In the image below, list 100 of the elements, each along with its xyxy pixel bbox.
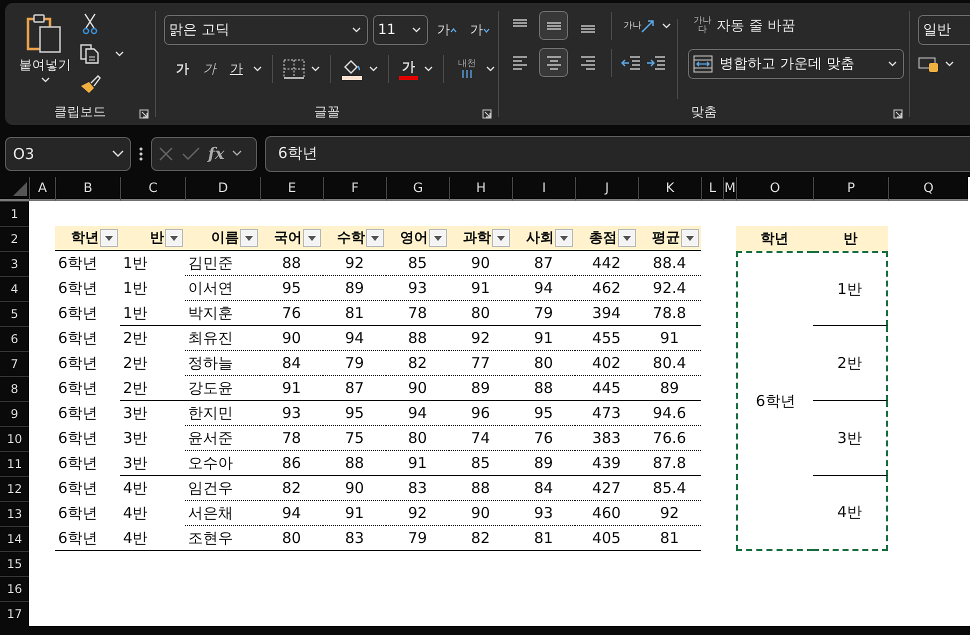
filter-button[interactable]: [681, 229, 699, 247]
row-header[interactable]: 1: [0, 201, 29, 226]
select-all-button[interactable]: [0, 177, 29, 201]
column-header[interactable]: G: [386, 177, 449, 201]
caret-icon: [686, 236, 694, 240]
increase-indent-icon[interactable]: [646, 54, 666, 70]
font-color-button[interactable]: 가: [398, 58, 418, 80]
column-header[interactable]: H: [449, 177, 512, 201]
cancel-icon[interactable]: [158, 146, 174, 162]
column-header[interactable]: B: [55, 177, 120, 201]
merged-cell: 4반: [813, 476, 888, 551]
table-cell: 76: [260, 301, 323, 326]
font-name-dropdown[interactable]: 맑은 고딕: [164, 15, 368, 45]
column-header[interactable]: D: [185, 177, 260, 201]
table-cell: 서은채: [185, 501, 260, 526]
table-cell: 95: [512, 401, 575, 426]
row-header[interactable]: 6: [0, 326, 29, 351]
filter-button[interactable]: [618, 229, 636, 247]
header-cell: 사회: [512, 226, 575, 251]
table-cell-text: 2반: [122, 328, 149, 348]
row-header[interactable]: 12: [0, 476, 29, 501]
table-cell: 6학년: [55, 526, 120, 551]
horizontal-align-icon: [578, 54, 597, 70]
table-cell-text: 4반: [122, 502, 149, 524]
table-cell: 78: [260, 426, 323, 451]
merged-cell: 2반: [813, 326, 888, 401]
table-cell: 445: [575, 376, 638, 401]
currency-icon[interactable]: [918, 55, 940, 73]
row-header[interactable]: 15: [0, 551, 29, 576]
scissors-icon: [82, 13, 98, 35]
filter-button[interactable]: [366, 229, 384, 247]
column-header[interactable]: I: [512, 177, 575, 201]
table-cell: 한지민: [185, 401, 260, 426]
phonetic-guide-button[interactable]: 내천: [454, 55, 480, 83]
row-header[interactable]: 17: [0, 601, 29, 626]
row-header[interactable]: 7: [0, 351, 29, 376]
dialog-launcher-icon[interactable]: [138, 109, 149, 119]
filter-button[interactable]: [303, 229, 321, 247]
table-cell: 85.4: [638, 476, 701, 501]
dialog-launcher-icon[interactable]: [482, 109, 492, 119]
filter-button[interactable]: [165, 229, 183, 247]
vertical-align-button[interactable]: [539, 11, 568, 40]
paste-button[interactable]: 붙여넣기: [19, 11, 71, 99]
row-header[interactable]: 14: [0, 526, 29, 551]
table-cell-text: 6학년: [57, 428, 99, 448]
check-icon[interactable]: [182, 146, 200, 160]
row-header[interactable]: 10: [0, 426, 29, 451]
table-cell: 86: [260, 451, 323, 476]
row-header[interactable]: 2: [0, 226, 29, 251]
column-header[interactable]: O: [736, 177, 813, 201]
dialog-launcher-icon[interactable]: [893, 109, 903, 119]
column-header[interactable]: A: [29, 177, 55, 201]
row-header[interactable]: 9: [0, 401, 29, 426]
bold-button[interactable]: 가: [172, 55, 193, 83]
column-header[interactable]: P: [813, 177, 888, 201]
filter-button[interactable]: [555, 229, 573, 247]
row-header[interactable]: 8: [0, 376, 29, 401]
insert-function-button[interactable]: fx: [208, 144, 224, 163]
number-format-dropdown[interactable]: 일반: [918, 15, 970, 45]
more-icon[interactable]: [139, 146, 143, 160]
column-header[interactable]: J: [575, 177, 638, 201]
filter-button[interactable]: [492, 229, 510, 247]
column-header[interactable]: F: [323, 177, 386, 201]
column-header[interactable]: K: [638, 177, 701, 201]
underline-button[interactable]: 가: [226, 55, 247, 83]
filter-button[interactable]: [429, 229, 447, 247]
table-cell-text: 3반: [122, 428, 149, 448]
table-cell-text: 6학년: [57, 478, 99, 498]
row-header[interactable]: 16: [0, 576, 29, 601]
formula-field[interactable]: 6학년: [265, 136, 970, 172]
table-cell: 442: [575, 251, 638, 276]
row-header[interactable]: 11: [0, 451, 29, 476]
column-header[interactable]: Q: [888, 177, 968, 201]
table-cell: 88: [386, 326, 449, 351]
row-header[interactable]: 5: [0, 301, 29, 326]
caret-icon[interactable]: [232, 150, 242, 157]
column-header[interactable]: M: [723, 177, 736, 201]
row-header[interactable]: 3: [0, 251, 29, 276]
row-header[interactable]: 4: [0, 276, 29, 301]
table-cell-text: 6학년: [57, 378, 99, 398]
table-cell: 74: [449, 426, 512, 451]
name-box[interactable]: O3: [5, 136, 131, 170]
column-header[interactable]: E: [260, 177, 323, 201]
font-size-dropdown[interactable]: 11: [372, 15, 428, 45]
filter-button[interactable]: [100, 229, 118, 247]
group-label: 맞춤: [691, 104, 718, 121]
increase-font-size-button[interactable]: 가: [432, 16, 461, 44]
fill-color-icon[interactable]: [340, 58, 363, 80]
decrease-font-size-button[interactable]: 가: [466, 16, 494, 44]
merge-center-dropdown[interactable]: 병합하고 가운데 맞춤: [688, 49, 904, 79]
decrease-indent-icon[interactable]: [621, 54, 642, 70]
italic-button[interactable]: 가: [198, 55, 220, 83]
row-header[interactable]: 13: [0, 501, 29, 526]
table-cell: 82: [260, 476, 323, 501]
column-header[interactable]: L: [701, 177, 723, 201]
filter-button[interactable]: [240, 229, 258, 247]
column-header[interactable]: C: [120, 177, 185, 201]
borders-icon[interactable]: [282, 59, 305, 79]
orientation-button[interactable]: 가나: [621, 12, 658, 40]
horizontal-align-button[interactable]: [539, 48, 568, 77]
